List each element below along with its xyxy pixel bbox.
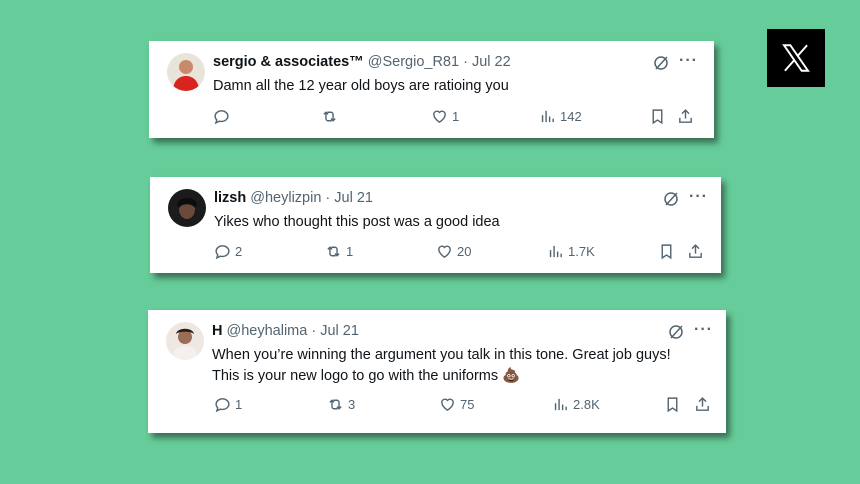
tweet-date[interactable]: Jul 21 <box>320 323 359 339</box>
repost-button[interactable]: 3 <box>327 394 355 414</box>
repost-button[interactable]: 1 <box>325 241 353 261</box>
more-options-icon[interactable]: ··· <box>689 188 708 206</box>
like-button[interactable]: 1 <box>431 106 459 126</box>
tweet-text-line: Yikes who thought this post was a good i… <box>214 214 500 230</box>
author-handle[interactable]: @heylizpin <box>250 190 321 206</box>
tweet-text: Yikes who thought this post was a good i… <box>214 212 500 233</box>
repost-icon <box>323 110 336 122</box>
repost-icon <box>329 398 342 410</box>
x-logo-icon <box>767 29 825 87</box>
author-name[interactable]: sergio & associates™ <box>213 54 364 70</box>
repost-count: 1 <box>346 243 354 259</box>
bookmark-button[interactable] <box>658 241 675 261</box>
tweet-date[interactable]: Jul 21 <box>334 190 373 206</box>
tweet-text-line: Damn all the 12 year old boys are ratioi… <box>213 78 509 94</box>
author-name[interactable]: H <box>212 323 222 339</box>
reply-icon <box>214 109 229 124</box>
reply-count: 1 <box>235 396 243 412</box>
heart-icon <box>438 245 451 258</box>
more-options-icon[interactable]: ··· <box>694 321 713 339</box>
views-icon <box>549 245 562 257</box>
views-count: 2.8K <box>573 396 600 412</box>
reply-icon <box>215 244 230 259</box>
tweet-header: lizsh @heylizpin · Jul 21 <box>214 190 373 206</box>
views-icon <box>541 110 554 122</box>
repost-button[interactable] <box>321 106 342 126</box>
bookmark-icon <box>652 108 663 124</box>
share-icon <box>689 243 702 258</box>
author-name[interactable]: lizsh <box>214 190 246 206</box>
avatar[interactable] <box>167 53 205 91</box>
views-icon <box>554 398 567 410</box>
like-count: 20 <box>457 243 472 259</box>
bookmark-icon <box>667 396 678 412</box>
repost-icon <box>327 245 340 257</box>
reply-count: 2 <box>235 243 243 259</box>
views-button[interactable]: 2.8K <box>552 394 600 414</box>
grok-icon[interactable] <box>653 55 669 71</box>
share-button[interactable] <box>687 241 704 261</box>
tweet-header: H @heyhalima · Jul 21 <box>212 323 359 339</box>
share-button[interactable] <box>677 106 694 126</box>
tweet-card[interactable]: H @heyhalima · Jul 21 When you’re winnin… <box>148 310 726 433</box>
like-button[interactable]: 20 <box>436 241 471 261</box>
tweet-date[interactable]: Jul 22 <box>472 54 511 70</box>
poop-emoji: 💩 <box>502 368 521 384</box>
like-count: 75 <box>460 396 475 412</box>
tweet-text: Damn all the 12 year old boys are ratioi… <box>213 76 509 97</box>
separator: · <box>307 323 321 339</box>
reply-button[interactable] <box>213 106 234 126</box>
tweet-text-line: When you’re winning the argument you tal… <box>212 347 671 363</box>
author-handle[interactable]: @heyhalima <box>227 323 308 339</box>
share-icon <box>696 396 709 411</box>
share-button[interactable] <box>694 394 711 414</box>
bookmark-button[interactable] <box>649 106 666 126</box>
grok-icon[interactable] <box>663 191 679 207</box>
heart-icon <box>441 398 454 411</box>
views-count: 142 <box>560 108 582 124</box>
views-count: 1.7K <box>568 243 595 259</box>
views-button[interactable]: 1.7K <box>547 241 595 261</box>
tweet-text: When you’re winning the argument you tal… <box>212 345 671 387</box>
tweet-card[interactable]: sergio & associates™ @Sergio_R81 · Jul 2… <box>149 41 714 138</box>
reply-button[interactable]: 1 <box>214 394 242 414</box>
avatar[interactable] <box>166 322 204 360</box>
heart-icon <box>433 110 446 123</box>
share-icon <box>679 108 692 123</box>
bookmark-icon <box>661 243 672 259</box>
tweet-text-line: This is your new logo to go with the uni… <box>212 368 499 384</box>
reply-icon <box>215 397 230 412</box>
bookmark-button[interactable] <box>664 394 681 414</box>
avatar[interactable] <box>168 189 206 227</box>
repost-count: 3 <box>348 396 356 412</box>
tweet-header: sergio & associates™ @Sergio_R81 · Jul 2… <box>213 54 511 70</box>
more-options-icon[interactable]: ··· <box>679 52 698 70</box>
views-button[interactable]: 142 <box>539 106 582 126</box>
separator: · <box>321 190 335 206</box>
grok-icon[interactable] <box>668 324 684 340</box>
like-count: 1 <box>452 108 460 124</box>
author-handle[interactable]: @Sergio_R81 <box>368 54 459 70</box>
separator: · <box>459 54 472 70</box>
tweet-card[interactable]: lizsh @heylizpin · Jul 21 Yikes who thou… <box>150 177 721 273</box>
like-button[interactable]: 75 <box>439 394 474 414</box>
reply-button[interactable]: 2 <box>214 241 242 261</box>
